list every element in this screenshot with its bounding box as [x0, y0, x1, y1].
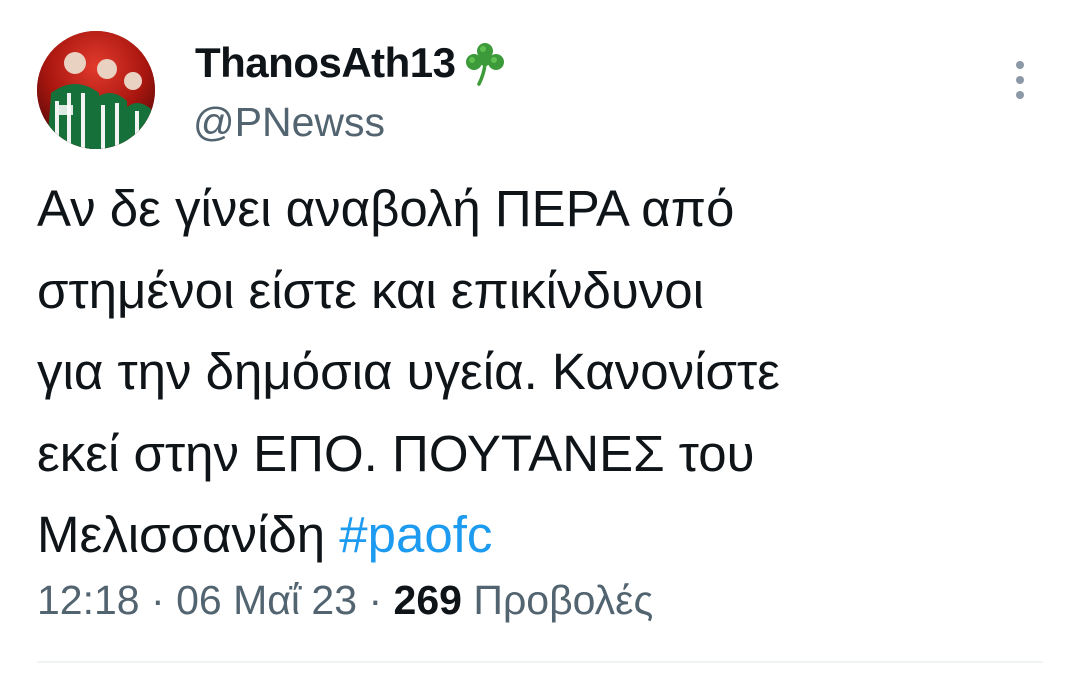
views-count[interactable]: 269 — [394, 577, 462, 623]
tweet-text: Αν δε γίνει αναβολή ΠΕΡΑ από στημένοι εί… — [37, 168, 1037, 576]
divider — [37, 661, 1043, 663]
tweet-time[interactable]: 12:18 — [37, 577, 140, 623]
tweet-line-last: Μελισσανίδη #paofc — [37, 494, 1037, 576]
meta-separator: · — [151, 577, 165, 623]
more-options-button[interactable] — [1004, 56, 1036, 104]
meta-separator: · — [368, 577, 383, 623]
tweet-meta: 12:18 · 06 Μαΐ 23 · 269 Προβολές — [37, 572, 653, 628]
tweet-line: εκεί στην ΕΠΟ. ΠΟΥΤΑΝΕΣ του — [37, 424, 755, 482]
more-dot-icon — [1016, 61, 1024, 69]
tweet-line: στημένοι είστε και επικίνδυνοι — [37, 261, 704, 319]
user-handle[interactable]: @PNewss — [193, 96, 385, 148]
tweet-line: Αν δε γίνει αναβολή ΠΕΡΑ από — [37, 180, 735, 237]
display-name-row[interactable]: ThanosAth13 — [195, 38, 510, 88]
more-dot-icon — [1016, 76, 1024, 84]
more-dot-icon — [1016, 91, 1024, 99]
avatar-photo — [37, 31, 155, 149]
views-label: Προβολές — [473, 577, 654, 623]
avatar[interactable] — [37, 31, 155, 149]
shamrock-icon — [465, 43, 504, 86]
tweet-line-text: Μελισσανίδη — [37, 506, 326, 563]
display-name[interactable]: ThanosAth13 — [195, 38, 456, 88]
tweet-line: για την δημόσια υγεία. Κανονίστε — [37, 343, 780, 400]
hashtag-link[interactable]: #paofc — [339, 506, 492, 563]
tweet-date[interactable]: 06 Μαΐ 23 — [176, 577, 357, 623]
